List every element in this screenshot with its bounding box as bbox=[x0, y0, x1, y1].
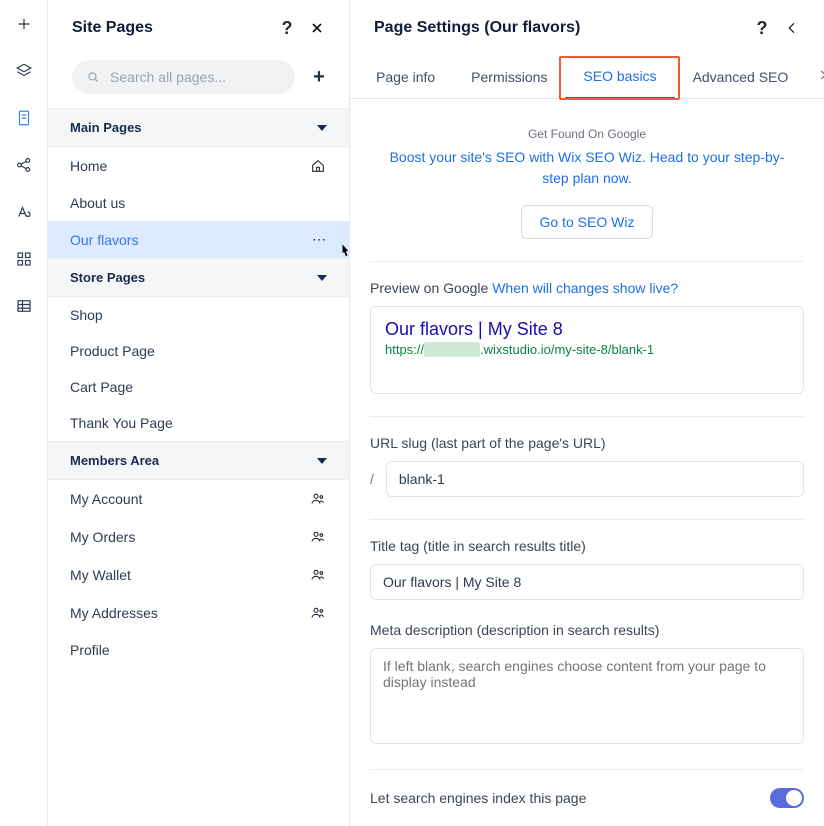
tab-advanced-seo[interactable]: Advanced SEO bbox=[675, 55, 807, 98]
help-icon[interactable]: ? bbox=[750, 16, 774, 40]
page-item-our-flavors[interactable]: Our flavors ⋯ bbox=[48, 221, 349, 258]
toggle-knob bbox=[786, 790, 802, 806]
section-label: Main Pages bbox=[70, 120, 142, 135]
members-icon bbox=[309, 566, 327, 584]
left-rail bbox=[0, 0, 48, 826]
title-tag-label: Title tag (title in search results title… bbox=[370, 538, 804, 554]
seo-wiz-button[interactable]: Go to SEO Wiz bbox=[521, 205, 654, 239]
index-toggle-label: Let search engines index this page bbox=[370, 790, 770, 806]
search-field[interactable] bbox=[110, 69, 281, 85]
preview-link[interactable]: When will changes show live? bbox=[492, 280, 678, 296]
page-item-label: Shop bbox=[70, 307, 327, 323]
page-item-label: Cart Page bbox=[70, 379, 327, 395]
page-item-label: Thank You Page bbox=[70, 415, 327, 431]
page-item-product[interactable]: Product Page bbox=[48, 333, 349, 369]
page-item-my-wallet[interactable]: My Wallet bbox=[48, 556, 349, 594]
layers-icon[interactable] bbox=[8, 55, 40, 87]
url-slug-label: URL slug (last part of the page's URL) bbox=[370, 435, 804, 451]
page-icon[interactable] bbox=[8, 102, 40, 134]
page-item-my-account[interactable]: My Account bbox=[48, 480, 349, 518]
tab-seo-basics[interactable]: SEO basics bbox=[565, 54, 674, 99]
more-dots-icon[interactable]: ⋯ bbox=[312, 231, 327, 248]
section-label: Members Area bbox=[70, 453, 159, 468]
page-settings-panel: Page Settings (Our flavors) ? Page info … bbox=[350, 0, 824, 826]
slash-label: / bbox=[370, 471, 374, 487]
page-item-label: Profile bbox=[70, 642, 327, 658]
intro-small: Get Found On Google bbox=[370, 127, 804, 141]
page-item-label: My Addresses bbox=[70, 605, 309, 621]
section-main-pages[interactable]: Main Pages bbox=[48, 108, 349, 147]
site-pages-panel: Site Pages ? + Main Pages Home About us … bbox=[48, 0, 350, 826]
intro-text: Boost your site's SEO with Wix SEO Wiz. … bbox=[378, 147, 796, 189]
chevron-down-icon bbox=[317, 125, 327, 131]
page-item-label: Our flavors bbox=[70, 232, 312, 248]
page-item-profile[interactable]: Profile bbox=[48, 632, 349, 668]
settings-title: Page Settings (Our flavors) bbox=[374, 19, 744, 37]
meta-description-label: Meta description (description in search … bbox=[370, 622, 804, 638]
page-item-thank-you[interactable]: Thank You Page bbox=[48, 405, 349, 441]
meta-description-input[interactable] bbox=[370, 648, 804, 744]
home-icon bbox=[309, 157, 327, 175]
database-icon[interactable] bbox=[8, 290, 40, 322]
members-icon bbox=[309, 528, 327, 546]
apps-grid-icon[interactable] bbox=[8, 243, 40, 275]
section-label: Store Pages bbox=[70, 270, 145, 285]
tab-permissions[interactable]: Permissions bbox=[453, 55, 565, 98]
preview-title: Our flavors | My Site 8 bbox=[385, 319, 789, 340]
page-item-shop[interactable]: Shop bbox=[48, 297, 349, 333]
page-item-label: My Orders bbox=[70, 529, 309, 545]
text-style-icon[interactable] bbox=[8, 196, 40, 228]
title-tag-input[interactable] bbox=[370, 564, 804, 600]
section-members-area[interactable]: Members Area bbox=[48, 441, 349, 480]
tab-page-info[interactable]: Page info bbox=[358, 55, 453, 98]
page-item-about[interactable]: About us bbox=[48, 185, 349, 221]
share-icon[interactable] bbox=[8, 149, 40, 181]
preview-label-row: Preview on Google When will changes show… bbox=[370, 280, 804, 296]
search-icon bbox=[86, 69, 100, 85]
help-icon[interactable]: ? bbox=[275, 16, 299, 40]
url-slug-input[interactable] bbox=[386, 461, 804, 497]
preview-url: https://xxxxxxxx.wixstudio.io/my-site-8/… bbox=[385, 342, 789, 357]
page-item-label: My Wallet bbox=[70, 567, 309, 583]
google-preview-box: Our flavors | My Site 8 https://xxxxxxxx… bbox=[370, 306, 804, 394]
add-icon[interactable] bbox=[8, 8, 40, 40]
close-icon[interactable] bbox=[305, 16, 329, 40]
pages-title: Site Pages bbox=[72, 19, 269, 37]
back-icon[interactable] bbox=[780, 16, 804, 40]
page-item-my-addresses[interactable]: My Addresses bbox=[48, 594, 349, 632]
section-store-pages[interactable]: Store Pages bbox=[48, 258, 349, 297]
page-item-label: My Account bbox=[70, 491, 309, 507]
page-item-my-orders[interactable]: My Orders bbox=[48, 518, 349, 556]
chevron-down-icon bbox=[317, 458, 327, 464]
preview-label: Preview on Google bbox=[370, 280, 488, 296]
members-icon bbox=[309, 604, 327, 622]
chevron-down-icon bbox=[317, 275, 327, 281]
members-icon bbox=[309, 490, 327, 508]
search-input[interactable] bbox=[72, 60, 295, 94]
settings-tabs: Page info Permissions SEO basics Advance… bbox=[350, 54, 824, 99]
page-item-label: Home bbox=[70, 158, 309, 174]
page-item-home[interactable]: Home bbox=[48, 147, 349, 185]
page-item-cart[interactable]: Cart Page bbox=[48, 369, 349, 405]
page-item-label: Product Page bbox=[70, 343, 327, 359]
tabs-scroll-right-icon[interactable] bbox=[806, 68, 824, 85]
index-toggle[interactable] bbox=[770, 788, 804, 808]
page-item-label: About us bbox=[70, 195, 327, 211]
add-page-button[interactable]: + bbox=[309, 67, 329, 87]
